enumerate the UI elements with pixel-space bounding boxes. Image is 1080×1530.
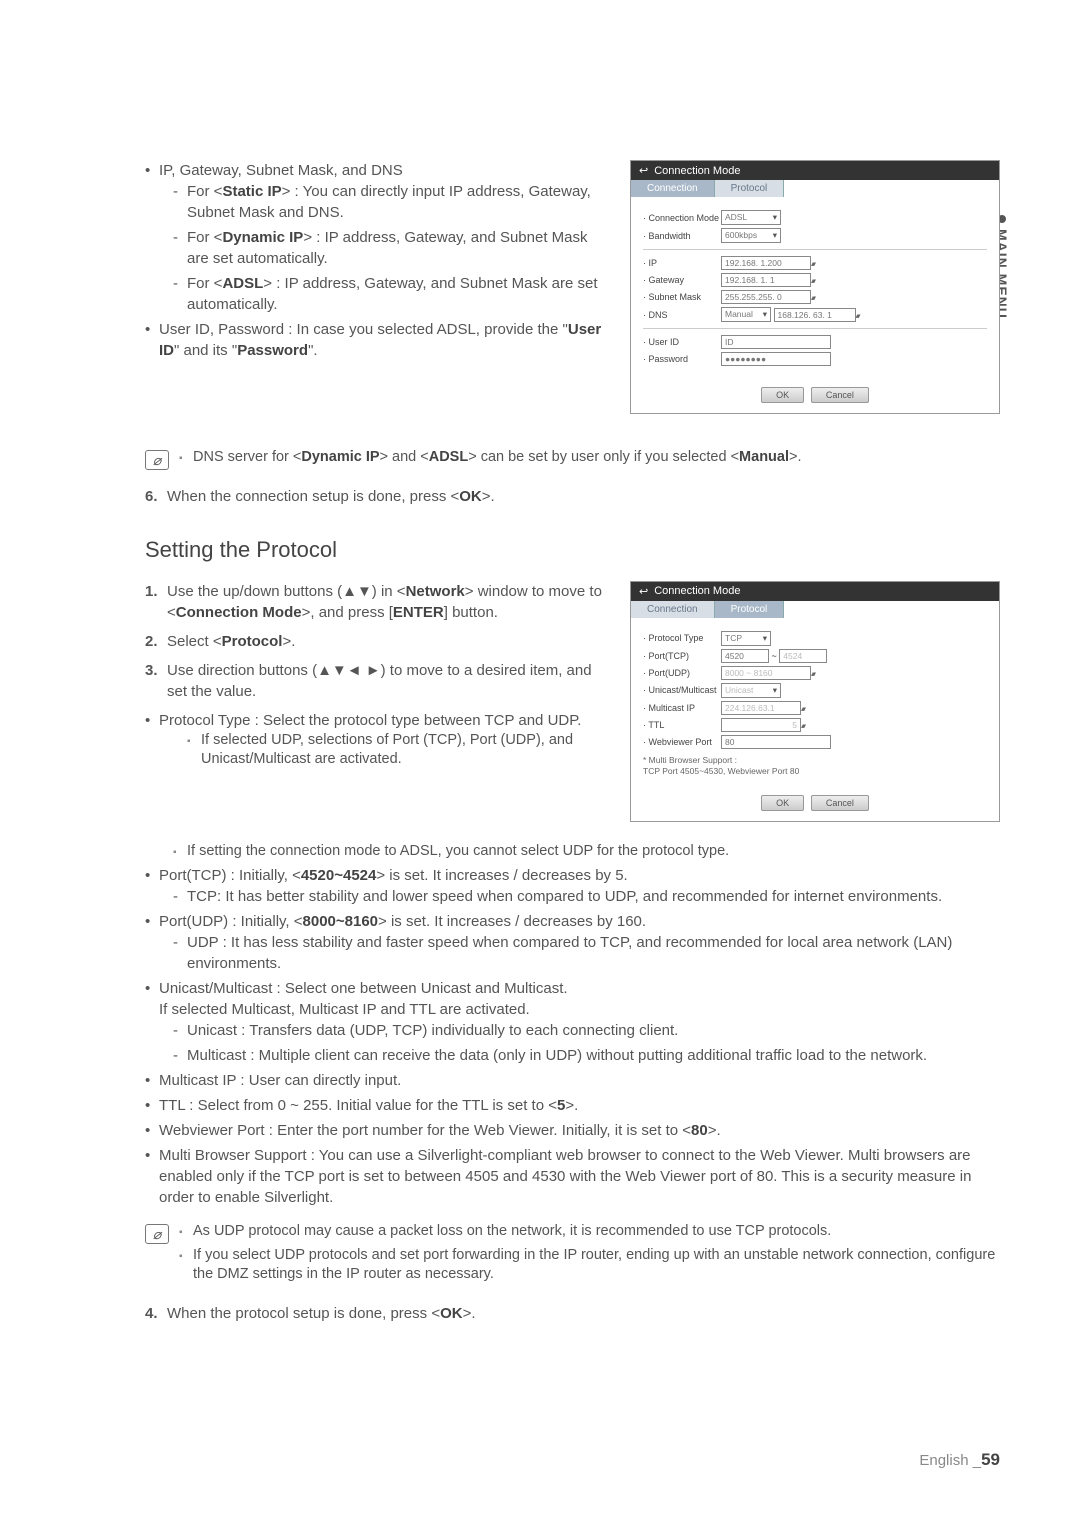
bullet-item: IP, Gateway, Subnet Mask, and DNS For <S… — [145, 160, 610, 315]
dash-item: TCP: It has better stability and lower s… — [173, 886, 1000, 907]
screenshot-connection: Connection Mode Connection Protocol Conn… — [630, 160, 1000, 414]
square-item: If selected UDP, selections of Port (TCP… — [187, 731, 610, 770]
bullet-item: User ID, Password : In case you selected… — [145, 319, 610, 361]
bullet-item: Multi Browser Support : You can use a Si… — [145, 1145, 1000, 1208]
step-item: 2.Select <Protocol>. — [145, 631, 610, 652]
note-icon: ⌀ — [145, 1224, 169, 1244]
dash-item: UDP : It has less stability and faster s… — [173, 932, 1000, 974]
step-item: 1.Use the up/down buttons (▲▼) in <Netwo… — [145, 581, 610, 623]
section-heading: Setting the Protocol — [145, 537, 1000, 563]
bullet-item: Port(TCP) : Initially, <4520~4524> is se… — [145, 865, 1000, 907]
dash-item: For <Dynamic IP> : IP address, Gateway, … — [173, 227, 610, 269]
square-item: If setting the connection mode to ADSL, … — [173, 842, 1000, 862]
cancel-button: Cancel — [811, 387, 869, 403]
dash-item: Unicast : Transfers data (UDP, TCP) indi… — [173, 1020, 1000, 1041]
step-item: 6.When the connection setup is done, pre… — [145, 486, 1000, 507]
bullet-item: Protocol Type : Select the protocol type… — [145, 710, 610, 770]
note-item: If you select UDP protocols and set port… — [179, 1246, 1000, 1285]
bullet-item: Port(UDP) : Initially, <8000~8160> is se… — [145, 911, 1000, 974]
bullet-item: Webviewer Port : Enter the port number f… — [145, 1120, 1000, 1141]
dash-item: For <Static IP> : You can directly input… — [173, 181, 610, 223]
back-icon — [639, 164, 648, 177]
step-item: 3.Use direction buttons (▲▼◄ ►) to move … — [145, 660, 610, 702]
bullet-item: Unicast/Multicast : Select one between U… — [145, 978, 1000, 1066]
tab-connection: Connection — [631, 601, 715, 618]
note-item: As UDP protocol may cause a packet loss … — [179, 1222, 1000, 1242]
bullet-item: TTL : Select from 0 ~ 255. Initial value… — [145, 1095, 1000, 1116]
bullet-item: Multicast IP : User can directly input. — [145, 1070, 1000, 1091]
cancel-button: Cancel — [811, 795, 869, 811]
back-icon — [639, 585, 648, 598]
tab-connection: Connection — [631, 180, 715, 197]
note-icon: ⌀ — [145, 450, 169, 470]
dash-item: For <ADSL> : IP address, Gateway, and Su… — [173, 273, 610, 315]
page-footer: English _59 — [919, 1450, 1000, 1470]
dash-item: Multicast : Multiple client can receive … — [173, 1045, 1000, 1066]
screenshot-protocol: Connection Mode Connection Protocol Prot… — [630, 581, 1000, 822]
note-item: DNS server for <Dynamic IP> and <ADSL> c… — [179, 448, 1000, 468]
ok-button: OK — [761, 795, 804, 811]
ok-button: OK — [761, 387, 804, 403]
tab-protocol: Protocol — [715, 180, 785, 197]
step-item: 4.When the protocol setup is done, press… — [145, 1303, 1000, 1324]
tab-protocol: Protocol — [715, 601, 785, 618]
